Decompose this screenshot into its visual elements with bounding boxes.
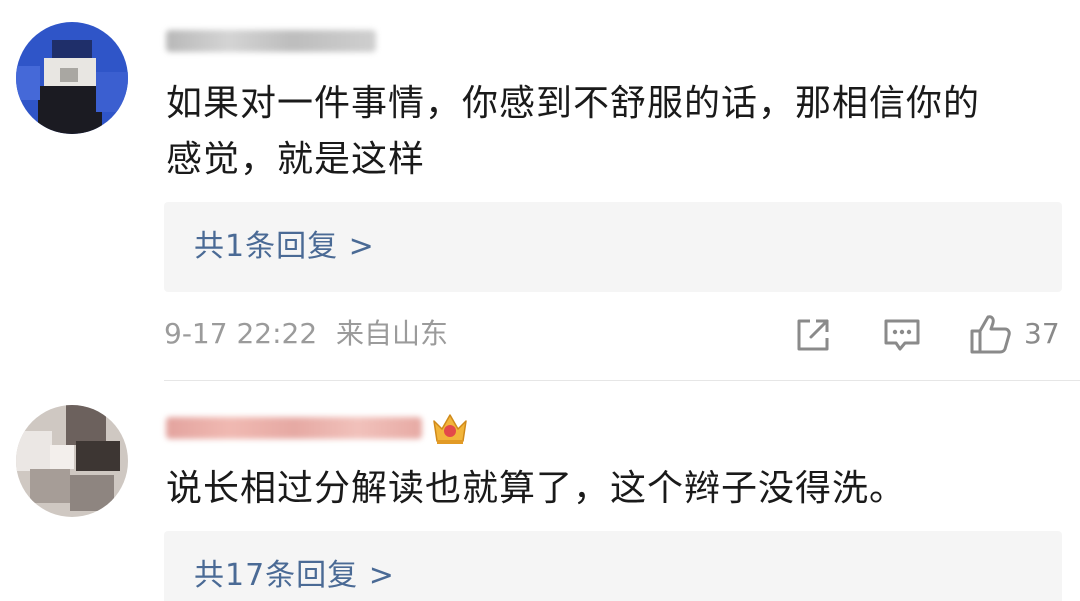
avatar[interactable] (16, 405, 128, 517)
weibo-comment-list: 如果对一件事情，你感到不舒服的话，那相信你的 感觉，就是这样 共1条回复 > 9… (0, 0, 1080, 601)
like-count: 37 (1024, 317, 1060, 350)
replies-box[interactable]: 共17条回复 > (164, 531, 1062, 601)
comment-text: 说长相过分解读也就算了，这个辫子没得洗。 (166, 461, 906, 517)
comment-item: 说长相过分解读也就算了，这个辫子没得洗。 共17条回复 > (0, 381, 1080, 601)
comment-text-line: 说长相过分解读也就算了，这个辫子没得洗。 (166, 468, 907, 509)
crown-badge-icon (433, 414, 467, 444)
thumbs-up-icon (970, 315, 1011, 354)
comment-text-line: 感觉，就是这样 (166, 139, 426, 180)
comment-time: 9-17 22:22 (164, 317, 318, 350)
view-replies-link[interactable]: 共17条回复 > (194, 553, 395, 599)
comment-text: 如果对一件事情，你感到不舒服的话，那相信你的 感觉，就是这样 (166, 76, 980, 188)
username[interactable] (166, 417, 422, 439)
comment-location: 来自山东 (336, 317, 449, 350)
comment-meta: 9-17 22:22 来自山东 (164, 314, 448, 354)
share-icon (797, 319, 829, 351)
comment-text-line: 如果对一件事情，你感到不舒服的话，那相信你的 (166, 83, 981, 124)
comment-icon (884, 319, 920, 351)
username[interactable] (166, 30, 376, 52)
replies-box[interactable]: 共1条回复 > (164, 202, 1062, 292)
like-button[interactable]: 37 (968, 312, 1060, 356)
comment-item: 如果对一件事情，你感到不舒服的话，那相信你的 感觉，就是这样 共1条回复 > 9… (0, 0, 1080, 380)
reply-button[interactable] (882, 316, 922, 354)
view-replies-link[interactable]: 共1条回复 > (194, 224, 375, 270)
avatar[interactable] (16, 22, 128, 134)
share-button[interactable] (794, 316, 832, 354)
